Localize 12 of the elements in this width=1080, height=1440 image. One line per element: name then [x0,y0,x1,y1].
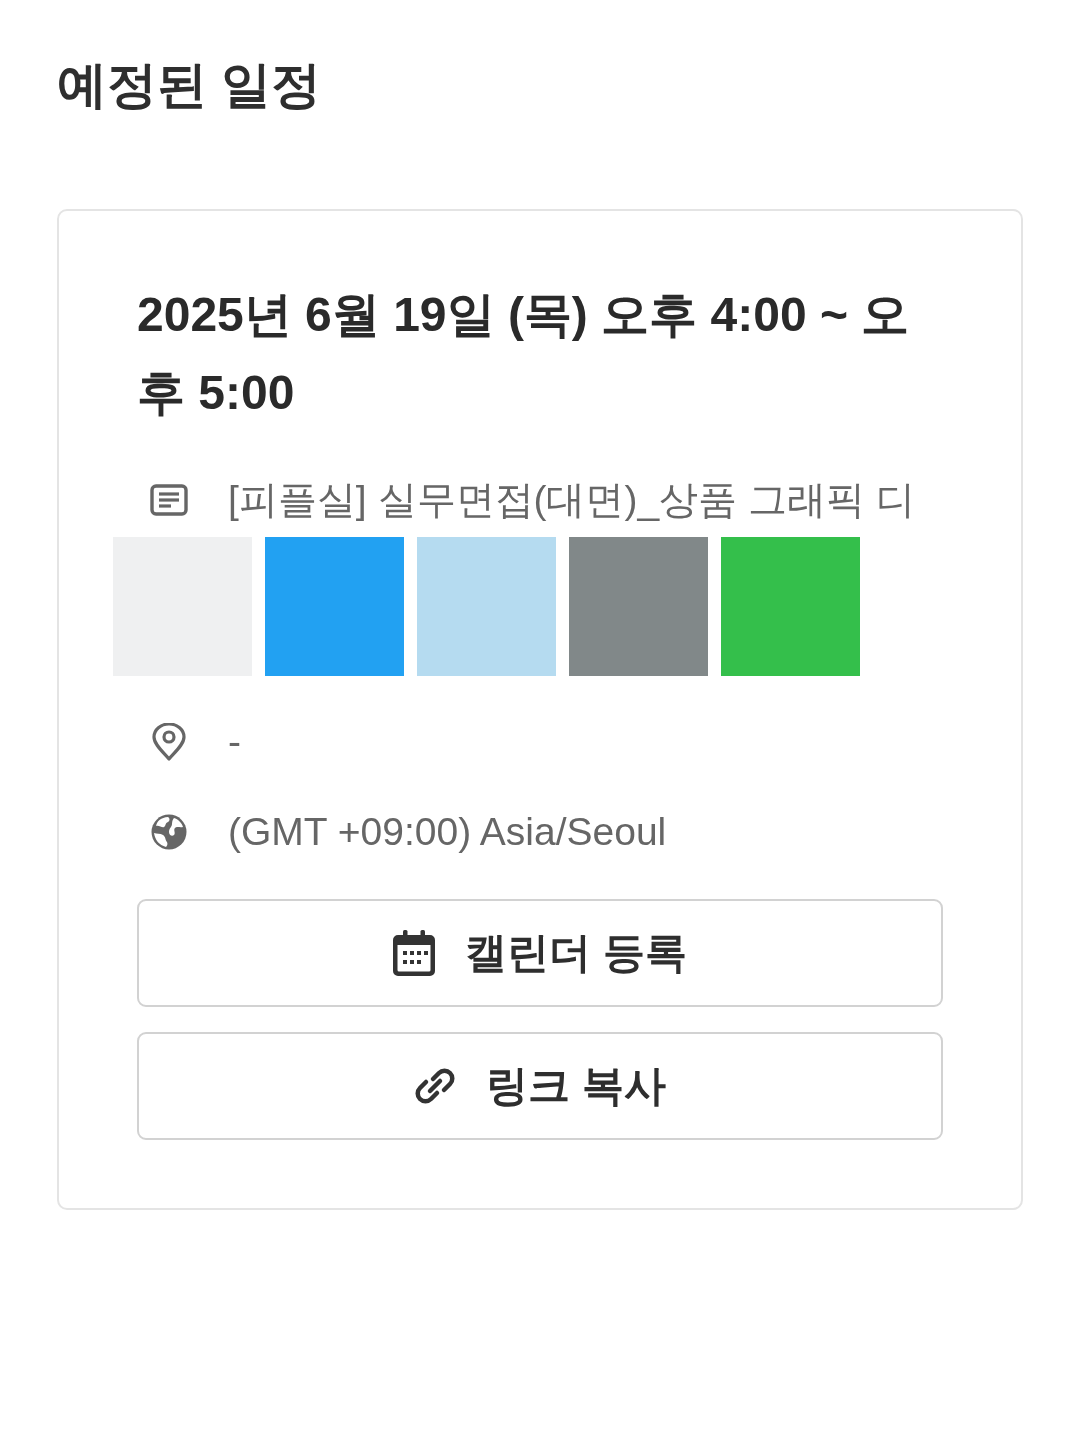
globe-icon [150,813,188,851]
event-title-text: [피플실] 실무면접(대면)_상품 그래픽 디 [228,477,915,523]
map-pin-icon [152,723,186,761]
calendar-icon [393,930,436,976]
document-icon [150,484,188,516]
copy-link-button[interactable]: 링크 복사 [137,1032,943,1140]
link-icon [414,1066,457,1106]
location-text: - [228,719,241,765]
add-to-calendar-button[interactable]: 캘린더 등록 [137,899,943,1007]
event-datetime: 2025년 6월 19일 (목) 오후 4:00 ~ 오후 5:00 [137,287,911,421]
timezone-text: (GMT +09:00) Asia/Seoul [228,809,667,855]
page-title: 예정된 일정 [57,56,321,115]
